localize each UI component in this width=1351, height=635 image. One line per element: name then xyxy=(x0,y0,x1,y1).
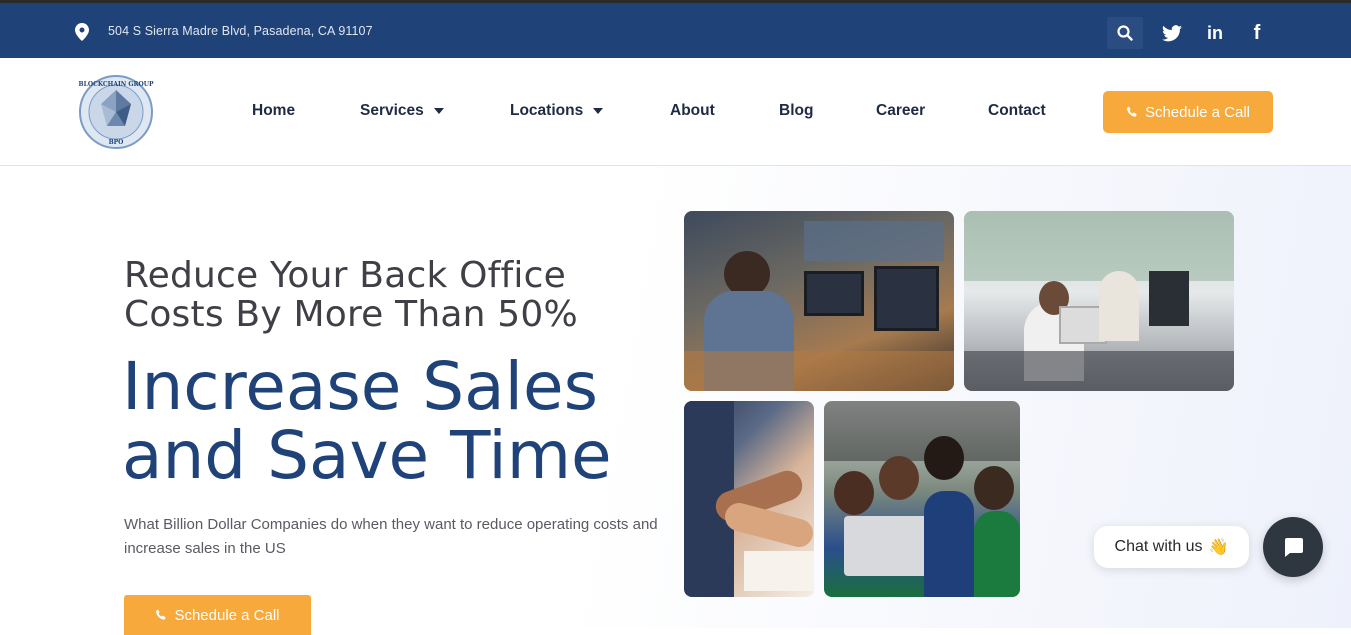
hero-description: What Billion Dollar Companies do when th… xyxy=(124,516,658,557)
nav-item-label: Contact xyxy=(988,102,1046,119)
twitter-link[interactable] xyxy=(1160,21,1184,45)
nav-item-locations[interactable]: Locations xyxy=(510,102,604,120)
linkedin-icon: in xyxy=(1207,22,1223,43)
search-icon xyxy=(1117,25,1133,41)
phone-icon xyxy=(156,609,167,620)
hands-teamwork-photo xyxy=(684,401,814,597)
nav-item-label: About xyxy=(670,102,715,119)
hero-heading: Increase Sales and Save Time xyxy=(122,348,612,494)
nav-item-label: Locations xyxy=(510,102,584,119)
nav-item-home[interactable]: Home xyxy=(252,102,295,120)
facebook-icon: f xyxy=(1253,21,1261,44)
hero-schedule-call-button[interactable]: Schedule a Call xyxy=(124,595,311,635)
location-pin-icon xyxy=(75,23,89,41)
nav-item-career[interactable]: Career xyxy=(876,102,925,120)
nav-item-blog[interactable]: Blog xyxy=(779,102,813,120)
hero-schedule-call-label: Schedule a Call xyxy=(174,606,280,624)
address-text: 504 S Sierra Madre Blvd, Pasadena, CA 91… xyxy=(108,24,373,38)
twitter-icon xyxy=(1162,24,1182,41)
office-workers-photo xyxy=(964,211,1234,391)
chat-prompt-bubble[interactable]: Chat with us 👋 xyxy=(1094,526,1249,568)
open-chat-button[interactable] xyxy=(1263,517,1323,577)
chevron-down-icon xyxy=(433,108,444,114)
schedule-call-label: Schedule a Call xyxy=(1144,103,1251,121)
team-laptop-photo xyxy=(824,401,1020,597)
phone-icon xyxy=(1126,106,1137,117)
nav-item-contact[interactable]: Contact xyxy=(988,102,1046,120)
nav-item-label: Services xyxy=(360,102,424,119)
chat-prompt-text: Chat with us xyxy=(1114,538,1203,555)
call-center-photo xyxy=(684,211,954,391)
company-logo[interactable]: BLOCKCHAIN GROUP BPO xyxy=(77,74,155,150)
main-navigation: BLOCKCHAIN GROUP BPO Home Services Locat… xyxy=(0,58,1351,166)
chevron-down-icon xyxy=(593,108,604,114)
logo-text-top: BLOCKCHAIN GROUP xyxy=(79,81,154,88)
logo-text-bottom: BPO xyxy=(109,139,124,146)
chat-icon xyxy=(1285,538,1303,557)
schedule-call-button[interactable]: Schedule a Call xyxy=(1103,91,1273,133)
top-bar: 504 S Sierra Madre Blvd, Pasadena, CA 91… xyxy=(0,0,1351,58)
nav-item-label: Home xyxy=(252,102,296,119)
nav-item-label: Career xyxy=(876,102,926,119)
nav-item-services[interactable]: Services xyxy=(360,102,444,120)
linkedin-link[interactable]: in xyxy=(1203,21,1227,45)
waving-hand-icon: 👋 xyxy=(1208,539,1229,556)
hero-section: Reduce Your Back Office Costs By More Th… xyxy=(0,166,1351,635)
nav-item-label: Blog xyxy=(779,102,814,119)
facebook-link[interactable]: f xyxy=(1245,21,1269,45)
hero-subheading: Reduce Your Back Office Costs By More Th… xyxy=(124,255,578,335)
search-button[interactable] xyxy=(1107,17,1143,49)
nav-item-about[interactable]: About xyxy=(670,102,715,120)
